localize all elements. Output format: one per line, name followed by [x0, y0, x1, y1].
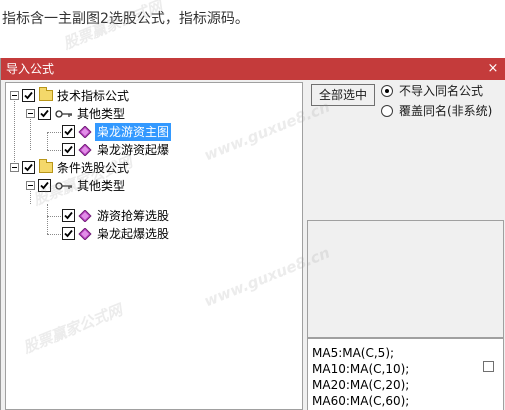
- collapse-icon[interactable]: [26, 109, 35, 118]
- formula-gem-icon: [78, 210, 92, 222]
- collapse-icon[interactable]: [26, 181, 35, 190]
- code-line: MA5:MA(C,5);: [312, 346, 395, 360]
- checkbox-checked[interactable]: [62, 227, 75, 240]
- code-line: MA20:MA(C,20);: [312, 378, 410, 392]
- formula-gem-icon: [78, 228, 92, 240]
- checkbox-checked[interactable]: [62, 209, 75, 222]
- checkbox-checked[interactable]: [38, 107, 51, 120]
- collapse-icon[interactable]: [10, 163, 19, 172]
- tree-label: 其他类型: [77, 179, 126, 193]
- radio-label: 不导入同名公式: [399, 84, 484, 98]
- checkbox-checked[interactable]: [62, 143, 75, 156]
- checkbox-checked[interactable]: [22, 161, 35, 174]
- radio-button-selected[interactable]: [381, 85, 393, 97]
- formula-gem-icon: [78, 126, 92, 138]
- formula-description-panel: [307, 220, 504, 338]
- tree-label-selected: 枭龙游资主图: [95, 123, 172, 141]
- select-all-button[interactable]: 全部选中: [311, 84, 375, 106]
- dialog-titlebar: 导入公式 ×: [1, 58, 505, 80]
- checkbox-checked[interactable]: [22, 89, 35, 102]
- radio-button[interactable]: [381, 105, 393, 117]
- key-icon: [55, 110, 72, 118]
- tree-node-technical-indicators[interactable]: 技术指标公式: [6, 87, 296, 105]
- tree-node-other-type[interactable]: 其他类型: [6, 177, 296, 195]
- tree-label: 枭龙游资起爆: [97, 143, 170, 157]
- radio-skip-duplicates[interactable]: 不导入同名公式: [381, 83, 501, 99]
- tree-node-formula[interactable]: 枭龙游资主图: [6, 123, 296, 141]
- dialog-title: 导入公式: [6, 62, 55, 76]
- key-icon: [55, 182, 72, 190]
- tree-label: 技术指标公式: [57, 89, 130, 103]
- tree-label: 枭龙起爆选股: [97, 227, 170, 241]
- tree-label: 条件选股公式: [57, 161, 130, 175]
- formula-gem-icon: [78, 144, 92, 156]
- scroll-checkbox[interactable]: [483, 361, 494, 372]
- radio-overwrite-duplicates[interactable]: 覆盖同名(非系统): [381, 103, 501, 119]
- checkbox-checked[interactable]: [38, 179, 51, 192]
- formula-tree[interactable]: 技术指标公式 其他类型 枭龙游资主图 枭龙游资起爆 条件选股公式 其他类型 游资…: [5, 82, 303, 410]
- collapse-icon[interactable]: [10, 91, 19, 100]
- radio-label: 覆盖同名(非系统): [399, 104, 493, 118]
- close-icon[interactable]: ×: [486, 58, 500, 80]
- tree-label: 其他类型: [77, 107, 126, 121]
- folder-icon: [39, 159, 53, 173]
- import-formula-dialog: 导入公式 × 技术指标公式 其他类型 枭龙游资主图 枭龙游资起爆 条件选股公式 …: [0, 58, 505, 410]
- formula-source-code[interactable]: MA5:MA(C,5); MA10:MA(C,10); MA20:MA(C,20…: [307, 338, 504, 410]
- tree-node-formula[interactable]: 游资抢筹选股: [6, 207, 296, 225]
- page-caption: 指标含一主副图2选股公式，指标源码。: [2, 11, 249, 27]
- code-line: MA10:MA(C,10);: [312, 362, 410, 376]
- checkbox-checked[interactable]: [62, 125, 75, 138]
- tree-label: 游资抢筹选股: [97, 209, 170, 223]
- tree-node-formula[interactable]: 枭龙游资起爆: [6, 141, 296, 159]
- code-line: MA60:MA(C,60);: [312, 394, 410, 408]
- folder-icon: [39, 87, 53, 101]
- tree-node-other-type[interactable]: 其他类型: [6, 105, 296, 123]
- tree-node-formula[interactable]: 枭龙起爆选股: [6, 225, 296, 243]
- tree-node-stock-selection[interactable]: 条件选股公式: [6, 159, 296, 177]
